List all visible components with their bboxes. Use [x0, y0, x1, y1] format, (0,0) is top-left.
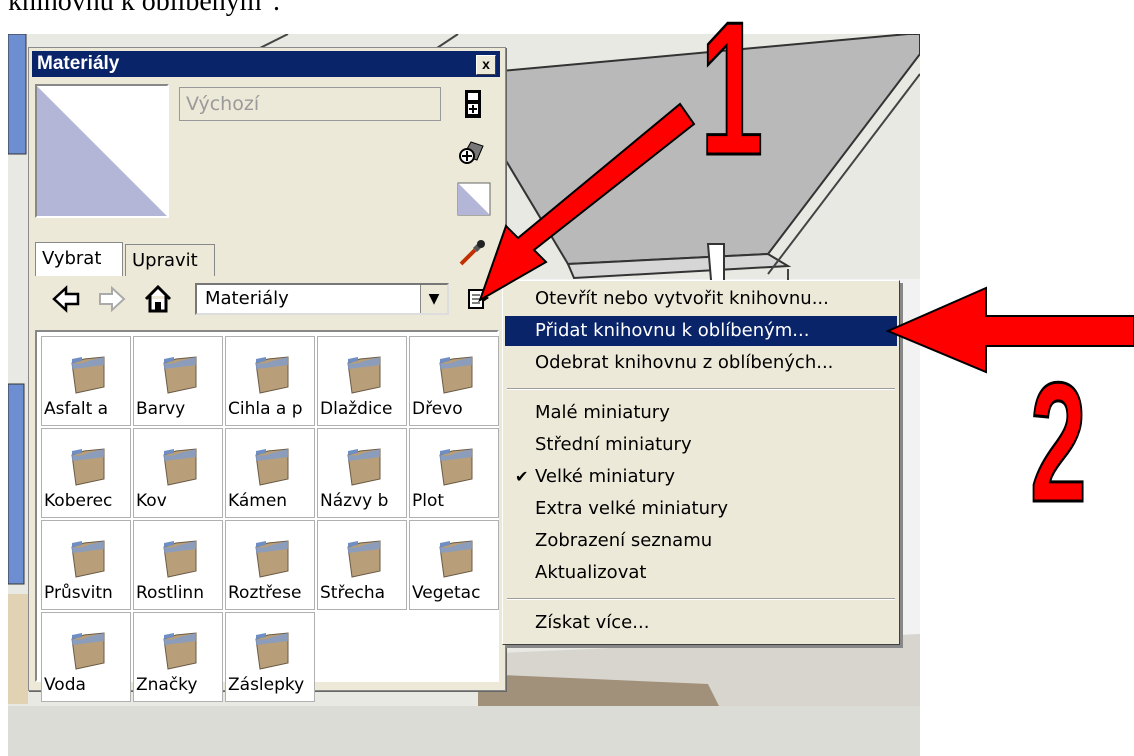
annotation-arrows — [478, 102, 1134, 374]
arrow-2 — [885, 286, 1134, 374]
arrow-1 — [478, 102, 696, 303]
step-number-1: 1 — [699, 0, 764, 195]
step-number-2: 2 — [1029, 348, 1088, 538]
